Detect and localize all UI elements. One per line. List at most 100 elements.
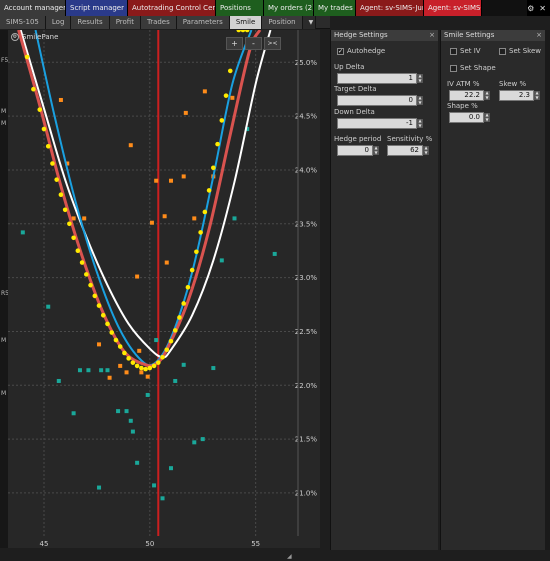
tab-results[interactable]: Results [71, 16, 110, 29]
ask-point [99, 368, 104, 373]
tab-parameters[interactable]: Parameters [176, 16, 230, 29]
window-tab[interactable]: Agent: sv-SIMS-Jun [424, 0, 482, 16]
skew-label: Skew % [499, 80, 527, 88]
zoom-fit-button[interactable]: >< [264, 37, 281, 50]
spinner-icon[interactable]: ▲ ▼ [534, 90, 540, 100]
fit-point [50, 161, 55, 166]
tab-sims-105[interactable]: SIMS-105 [0, 16, 46, 29]
left-strip-label: M [1, 108, 7, 115]
ask-point [145, 392, 150, 397]
fit-point [92, 293, 98, 299]
window-tab[interactable]: Autotrading Control Center [128, 0, 216, 16]
target-delta-field[interactable]: 0 ▲ ▼ [337, 95, 423, 106]
left-strip-label: M [1, 390, 7, 397]
set-skew-checkbox[interactable]: Set Skew [499, 47, 541, 55]
spinner-icon[interactable]: ▲ ▼ [417, 118, 423, 128]
spinner-icon[interactable]: ▲ ▼ [373, 145, 379, 155]
tab-trades[interactable]: Trades [140, 16, 177, 29]
window-tab[interactable]: My trades [314, 0, 356, 16]
fit-point [105, 321, 110, 327]
autohedge-checkbox[interactable]: ✓ Autohedge [337, 47, 385, 55]
ask-point [135, 460, 140, 465]
ask-point [46, 304, 51, 309]
up-delta-field[interactable]: 1 ▲ ▼ [337, 73, 423, 84]
up-delta-label: Up Delta [334, 63, 365, 71]
tab-position[interactable]: Position [262, 16, 303, 29]
fit-point [139, 365, 144, 371]
smile-pane[interactable]: 21.0% 21.5% 22.0% 22.5% 23.0% 23.5% 24.0% 24.5%… [8, 30, 320, 548]
set-shape-label: Set Shape [460, 64, 496, 72]
window-tab[interactable]: Positions [216, 0, 264, 16]
hedge-settings-panel: Hedge Settings × ✓ Autohedge Up Delta 1 ▲… [330, 30, 438, 550]
window-tab[interactable]: Script manager [66, 0, 128, 16]
set-shape-checkbox[interactable]: Set Shape [450, 64, 496, 72]
spinner-icon[interactable]: ▲ ▼ [417, 95, 423, 105]
x-tick-label: 50 [145, 540, 154, 548]
smile-settings-title: Smile Settings [444, 31, 495, 39]
ask-point [168, 466, 173, 471]
spinner-icon[interactable]: ▲ ▼ [484, 112, 490, 122]
ask-point [86, 368, 91, 373]
fit-point [113, 337, 119, 343]
fit-point [223, 93, 229, 98]
bid-point [82, 216, 87, 221]
ask-point [200, 437, 205, 442]
fit-point [164, 347, 170, 353]
spinner-icon[interactable]: ▲ ▼ [484, 90, 490, 100]
ask-point [272, 251, 277, 256]
left-strip-label: M [1, 120, 7, 127]
fit-point [185, 285, 191, 290]
bid-point [149, 220, 154, 225]
sensitivity-field[interactable]: 62 ▲ ▼ [387, 145, 429, 156]
window-tab[interactable]: My orders (2) [264, 0, 314, 16]
resize-handle-icon[interactable]: ◢ [287, 553, 292, 560]
fit-point [62, 207, 68, 213]
down-delta-field[interactable]: -1 ▲ ▼ [337, 118, 423, 129]
tab-log[interactable]: Log [45, 16, 72, 29]
checkbox-icon [499, 47, 506, 55]
down-delta-label: Down Delta [334, 108, 375, 116]
fit-point [151, 363, 157, 369]
right-edge-strip [545, 30, 550, 550]
sensitivity-label: Sensitivity % [387, 135, 433, 143]
fit-point [202, 209, 208, 215]
hedge-period-field[interactable]: 0 ▲ ▼ [337, 145, 379, 156]
fit-point [134, 363, 140, 369]
skew-field[interactable]: 2.3 ▲ ▼ [499, 90, 540, 101]
pane-settings-icon[interactable]: ⚙ [11, 33, 19, 41]
chart-bottom-bar [0, 548, 330, 561]
gear-icon[interactable]: ⚙ [527, 4, 534, 13]
zoom-out-button[interactable]: - [245, 37, 262, 50]
close-icon[interactable]: × [536, 30, 542, 41]
fit-point [155, 360, 161, 365]
close-icon[interactable]: × [429, 30, 435, 41]
fit-point [54, 177, 59, 182]
bid-point [192, 216, 197, 221]
ask-point [20, 230, 25, 235]
set-skew-label: Set Skew [509, 47, 541, 55]
fit-point [181, 301, 186, 306]
ask-point [124, 409, 129, 414]
window-tab[interactable]: Account manager [0, 0, 66, 16]
checkbox-icon [450, 47, 457, 55]
iv-atm-field[interactable]: 22.2 ▲ ▼ [449, 90, 490, 101]
spinner-icon[interactable]: ▲ ▼ [423, 145, 429, 155]
ask-point [97, 485, 102, 490]
tab-overflow-dropdown-icon[interactable]: ▼ [302, 16, 316, 29]
spinner-icon[interactable]: ▲ ▼ [417, 73, 423, 83]
fit-point [88, 282, 93, 288]
window-tab[interactable]: Agent: sv-SIMS-Jun [356, 0, 424, 16]
fit-point [96, 303, 102, 308]
zoom-in-button[interactable]: + [226, 37, 243, 50]
bid-point [124, 370, 129, 375]
x-tick-label: 45 [40, 540, 49, 548]
fit-point [206, 188, 212, 193]
close-icon[interactable]: ✕ [539, 4, 546, 13]
checkbox-checked-icon: ✓ [337, 47, 344, 55]
tab-profit[interactable]: Profit [109, 16, 141, 29]
ask-point [160, 496, 165, 501]
shape-field[interactable]: 0.0 ▲ ▼ [449, 112, 490, 123]
set-iv-checkbox[interactable]: Set IV [450, 47, 481, 55]
tab-smile[interactable]: Smile [229, 16, 263, 29]
ask-point [71, 411, 76, 416]
